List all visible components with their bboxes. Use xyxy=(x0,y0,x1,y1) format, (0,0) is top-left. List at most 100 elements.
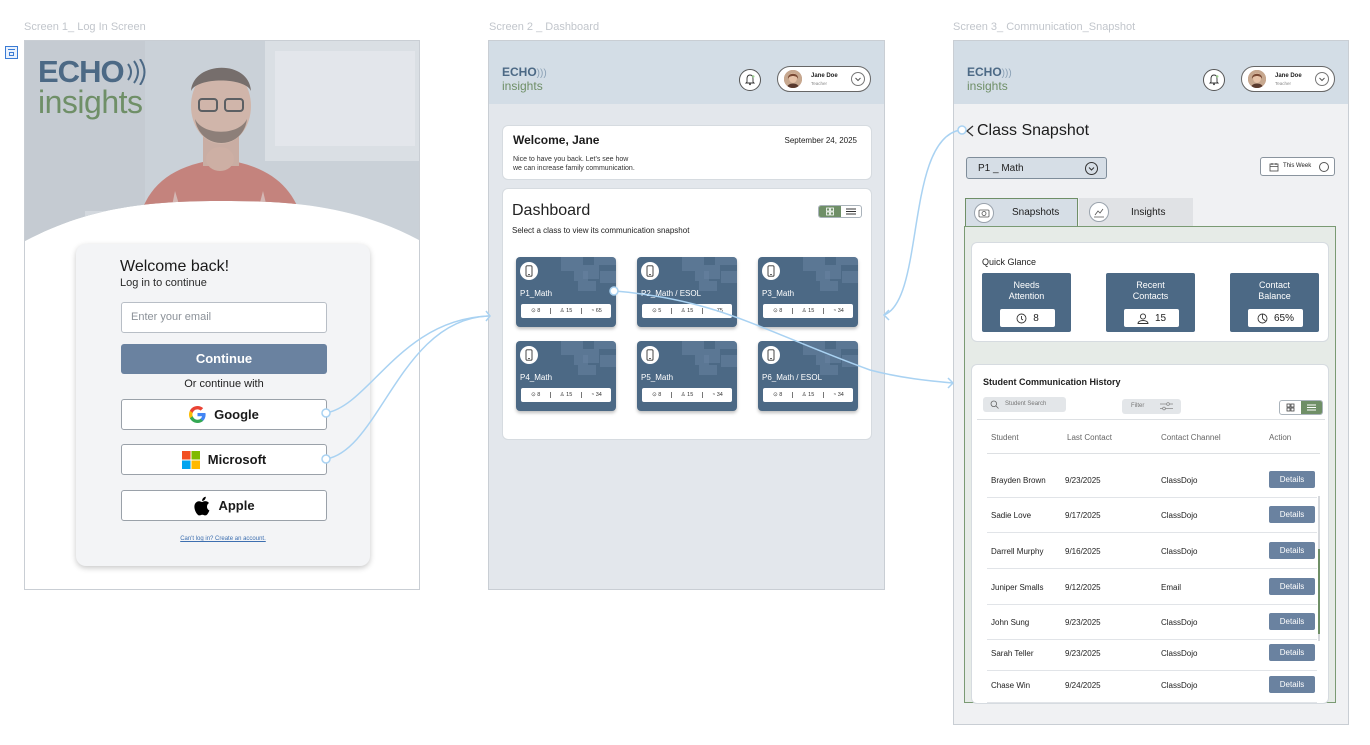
table-row: Darrell Murphy 9/16/2025 ClassDojo Details xyxy=(987,535,1317,569)
class-card[interactable]: P5_Math ⊙ 8 ♙ 15 ◔ 34 xyxy=(637,341,737,411)
history-list-icon[interactable] xyxy=(1301,401,1322,414)
tab-snapshots[interactable]: Snapshots xyxy=(965,198,1078,226)
column-last-contact: Last Contact xyxy=(1067,433,1112,442)
needs-attention-box[interactable]: Needs Attention 8 xyxy=(982,273,1071,332)
continue-button[interactable]: Continue xyxy=(121,344,327,374)
snapshot-bell-icon[interactable] xyxy=(1203,69,1225,91)
google-button[interactable]: Google xyxy=(121,399,327,430)
balance-stat: ◔ 34 xyxy=(832,392,844,398)
students-stat: ♙ 15 xyxy=(793,392,824,398)
class-card[interactable]: P4_Math ⊙ 8 ♙ 15 ◔ 34 xyxy=(516,341,616,411)
balance-value: 34 xyxy=(716,392,723,398)
view-toggle[interactable] xyxy=(818,205,862,218)
topbar-logo-insights: insights xyxy=(502,79,543,93)
card-pattern xyxy=(594,257,616,265)
details-button[interactable]: Details xyxy=(1269,506,1315,523)
details-button[interactable]: Details xyxy=(1269,578,1315,595)
avatar xyxy=(784,70,802,88)
email-input[interactable]: Enter your email xyxy=(121,302,327,333)
student-name: Chase Win xyxy=(991,681,1031,690)
apple-button[interactable]: Apple xyxy=(121,490,327,521)
scrollbar-track[interactable] xyxy=(1318,496,1320,641)
class-select[interactable]: P1 _ Math xyxy=(966,157,1107,179)
tab-insights[interactable]: Insights xyxy=(1079,198,1193,226)
card-pattern xyxy=(816,355,830,365)
recent-contacts-box[interactable]: Recent Contacts 15 xyxy=(1106,273,1195,332)
alert-stat: ⊙ 8 xyxy=(521,308,552,314)
needs-attention-value-box: 8 xyxy=(1000,309,1055,327)
history-view-toggle[interactable] xyxy=(1279,400,1323,415)
contact-channel: ClassDojo xyxy=(1161,618,1198,627)
snapshot-title: Class Snapshot xyxy=(977,122,1090,139)
card-pattern xyxy=(842,271,858,283)
grid-icon[interactable] xyxy=(819,206,841,217)
contact-channel: ClassDojo xyxy=(1161,681,1198,690)
snapshot-chevron-down-icon[interactable] xyxy=(1315,72,1329,86)
history-grid-icon[interactable] xyxy=(1280,401,1301,414)
snapshot-user-menu[interactable]: Jane Doe Teacher xyxy=(1241,66,1335,92)
student-search-input[interactable]: Student Search xyxy=(983,397,1066,412)
contact-balance-box[interactable]: Contact Balance 65% xyxy=(1230,273,1319,332)
alert-count: 8 xyxy=(537,308,541,314)
details-button[interactable]: Details xyxy=(1269,542,1315,559)
alert-stat: ⊙ 8 xyxy=(642,392,673,398)
class-card[interactable]: P6_Math / ESOL ⊙ 8 ♙ 15 ◔ 34 xyxy=(758,341,858,411)
details-button[interactable]: Details xyxy=(1269,644,1315,661)
details-button[interactable]: Details xyxy=(1269,471,1315,488)
student-count: 15 xyxy=(808,308,815,314)
snapshot-logo-echo: ECHO xyxy=(967,65,1002,79)
class-select-value: P1 _ Math xyxy=(978,163,1024,174)
tab-snapshots-label: Snapshots xyxy=(1012,207,1060,218)
clock-icon xyxy=(1016,313,1027,324)
alert-stat: ⊙ 8 xyxy=(521,392,552,398)
class-card[interactable]: P1_Math ⊙ 8 ♙ 15 ◔ 65 xyxy=(516,257,616,327)
class-name: P4_Math xyxy=(520,373,553,382)
bell-icon[interactable] xyxy=(739,69,761,91)
card-pattern xyxy=(578,365,596,375)
welcome-message: Nice to have you back. Let's see how we … xyxy=(513,155,635,173)
students-stat: ♙ 15 xyxy=(672,392,703,398)
calendar-icon xyxy=(1269,163,1279,172)
contact-channel: ClassDojo xyxy=(1161,476,1198,485)
student-count: 15 xyxy=(566,308,573,314)
contact-balance-value: 65% xyxy=(1273,312,1294,324)
sound-waves-icon xyxy=(126,59,146,85)
card-pattern xyxy=(594,341,616,349)
list-icon[interactable] xyxy=(841,206,861,217)
students-stat: ♙ 15 xyxy=(793,308,824,314)
tab-insights-label: Insights xyxy=(1131,206,1166,218)
class-card[interactable]: P3_Math ⊙ 8 ♙ 15 ◔ 34 xyxy=(758,257,858,327)
chevron-down-icon[interactable] xyxy=(851,72,865,86)
camera-icon xyxy=(974,202,994,223)
user-menu[interactable]: Jane Doe Teacher xyxy=(777,66,871,92)
range-select[interactable]: This Week xyxy=(1260,157,1335,176)
student-name: Darrell Murphy xyxy=(991,547,1044,556)
snapshot-user-role: Teacher xyxy=(1275,81,1292,86)
balance-stat: ◔ 34 xyxy=(711,392,723,398)
microsoft-button[interactable]: Microsoft xyxy=(121,444,327,475)
details-button[interactable]: Details xyxy=(1269,613,1315,630)
filter-button[interactable]: Filter xyxy=(1122,399,1181,414)
card-pattern xyxy=(836,257,858,265)
details-button[interactable]: Details xyxy=(1269,676,1315,693)
cant-login-link[interactable]: Can't log in? Create an account. xyxy=(76,536,370,542)
phone-icon xyxy=(762,262,780,280)
card-pattern xyxy=(820,365,838,375)
dashboard-panel: Dashboard Select a class to view its com… xyxy=(502,188,872,440)
login-subtitle: Log in to continue xyxy=(120,277,207,289)
class-stats: ⊙ 5 ♙ 15 ◔ 75 xyxy=(642,304,732,318)
frame-icon[interactable] xyxy=(5,46,18,59)
chart-icon xyxy=(1089,202,1109,222)
scrollbar-thumb[interactable] xyxy=(1318,549,1320,634)
echo-logo: ECHO insights xyxy=(38,56,147,118)
last-contact-date: 9/23/2025 xyxy=(1065,618,1101,627)
back-icon[interactable] xyxy=(964,124,978,138)
students-stat: ♙ 15 xyxy=(551,392,582,398)
class-card[interactable]: P2_Math / ESOL ⊙ 5 ♙ 15 ◔ 75 xyxy=(637,257,737,327)
needs-attention-label-1: Needs xyxy=(1013,280,1040,290)
table-row: Sadie Love 9/17/2025 ClassDojo Details xyxy=(987,499,1317,533)
last-contact-date: 9/17/2025 xyxy=(1065,511,1101,520)
student-name: Brayden Brown xyxy=(991,476,1046,485)
card-pattern xyxy=(682,341,704,355)
phone-icon xyxy=(641,262,659,280)
